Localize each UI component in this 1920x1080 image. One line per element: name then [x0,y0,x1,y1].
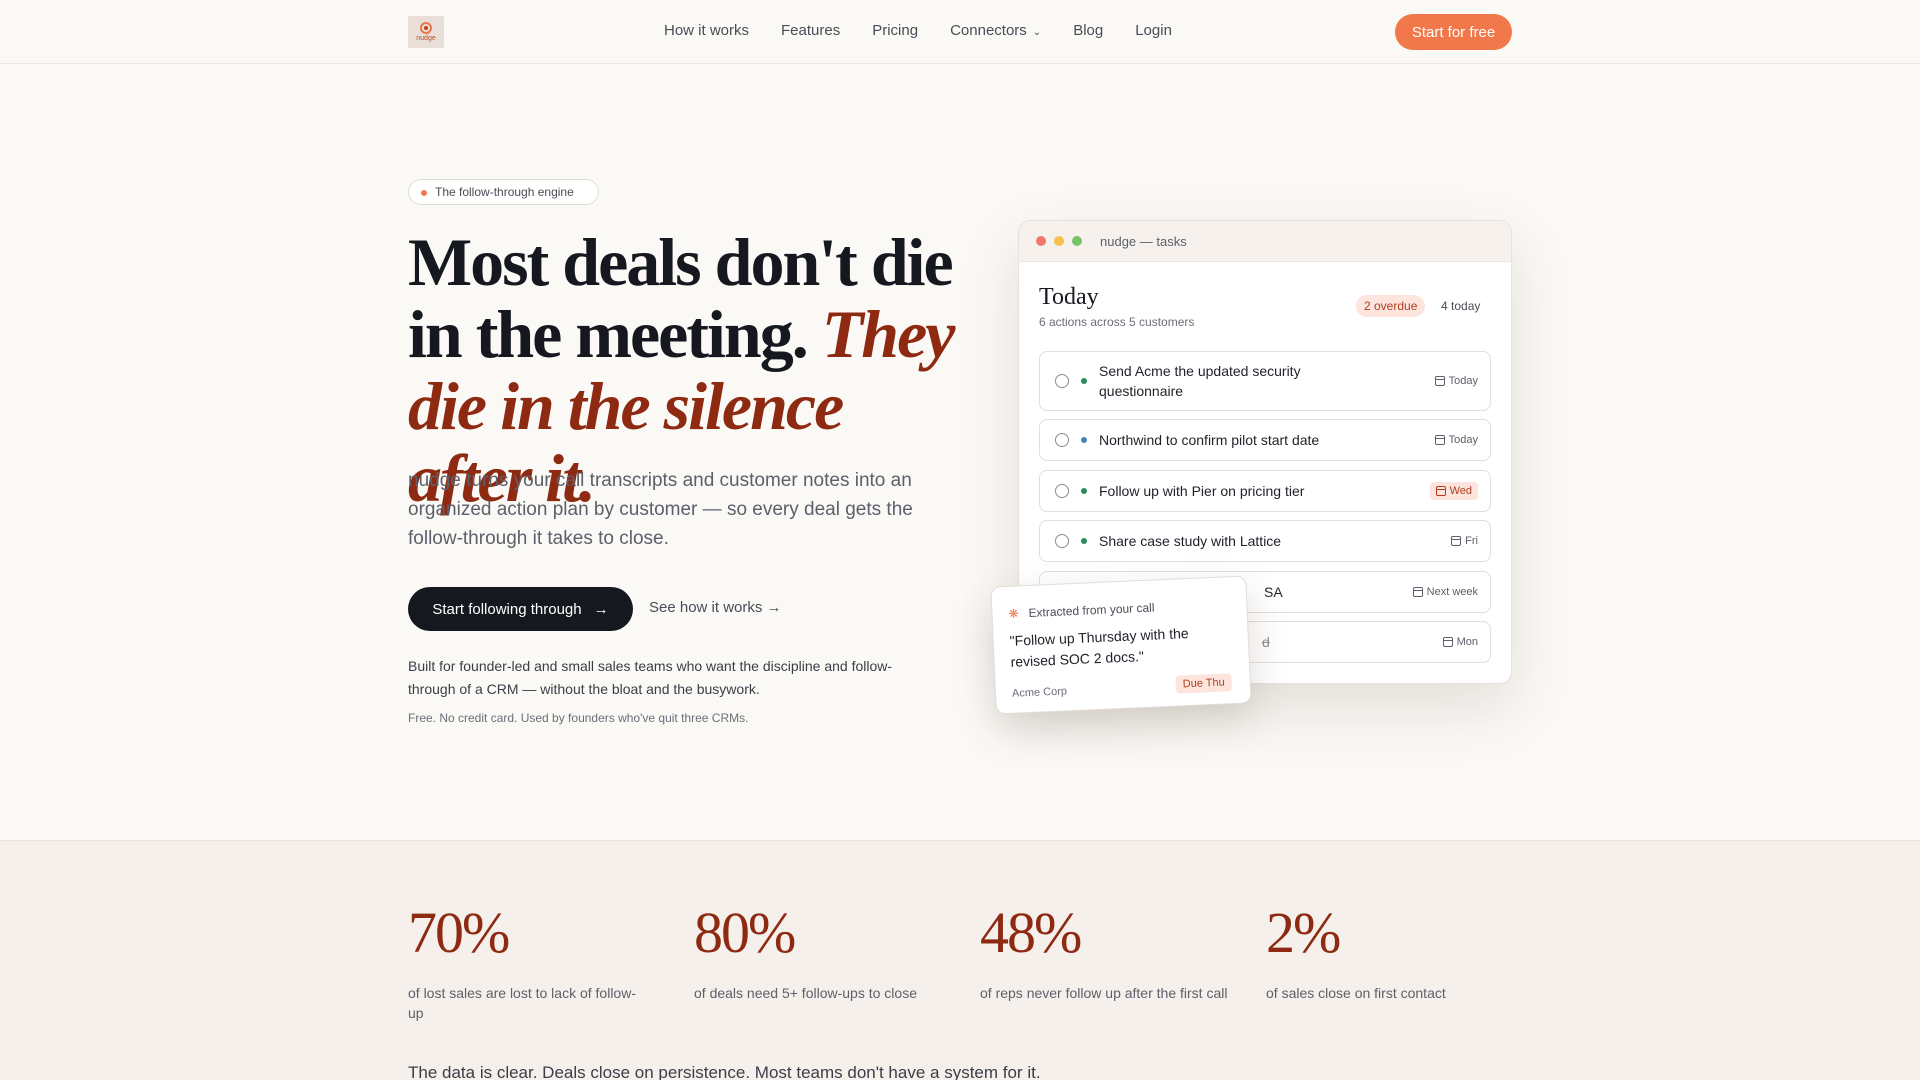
task-item[interactable]: Northwind to confirm pilot start date To… [1039,419,1491,461]
calendar-icon [1435,486,1446,496]
stat-label: of deals need 5+ follow-ups to close [694,985,917,1001]
extracted-quote: "Follow up Thursday with the revised SOC… [1009,625,1189,670]
nav-link-login[interactable]: Login [1135,22,1172,39]
top-nav: nudge How it works Features Pricing Conn… [0,0,1920,64]
logo-mark-icon [420,22,432,34]
hero-subtitle: nudge turns your call transcripts and cu… [408,470,913,549]
stat-label: of sales close on first contact [1266,985,1446,1001]
stat-item: 48% of reps never follow up after the fi… [980,903,1240,1003]
start-following-through-button[interactable]: Start following through → [408,587,633,631]
extracted-company: Acme Corp [1011,685,1068,700]
stats-section: 70% of lost sales are lost to lack of fo… [0,840,1920,1080]
stats-conclusion: The data is clear. Deals close on persis… [408,1063,1041,1080]
extracted-due-badge: Due Thu [1175,673,1233,694]
due-label: Today [1448,434,1478,446]
status-dot-icon [1081,538,1087,544]
task-due: Today [1434,434,1478,446]
logo-text: nudge [416,35,436,42]
task-due: Today [1434,375,1478,387]
stat-item: 70% of lost sales are lost to lack of fo… [408,903,638,1023]
nav-link-pricing[interactable]: Pricing [872,22,918,39]
stat-value: 80% [694,900,796,965]
nav-link-features[interactable]: Features [781,22,840,39]
nav-link-connectors[interactable]: Connectors ⌄ [950,22,1041,39]
start-for-free-button[interactable]: Start for free [1395,14,1512,50]
status-dot-icon [1081,488,1087,494]
arrow-right-icon: → [593,600,609,618]
task-item[interactable]: Follow up with Pier on pricing tier Wed [1039,470,1491,512]
stat-item: 80% of deals need 5+ follow-ups to close [694,903,924,1003]
maximize-dot-icon [1072,236,1082,246]
task-text: Northwind to confirm pilot start date [1099,432,1320,448]
task-due-overdue: Wed [1429,482,1478,500]
extracted-card-title: Extracted from your call [1028,600,1155,620]
nav-links: How it works Features Pricing Connectors… [664,22,1172,39]
pill-dot-icon [421,190,427,196]
stat-item: 2% of sales close on first contact [1266,903,1496,1003]
task-checkbox[interactable] [1055,433,1069,447]
task-text: Share case study with Lattice [1099,533,1282,549]
built-for-text: Built for founder-led and small sales te… [408,658,893,697]
task-due: Mon [1442,636,1478,648]
tasks-heading: Today [1039,284,1099,310]
task-checkbox[interactable] [1055,534,1069,548]
task-text: Follow up with Pier on pricing tier [1099,483,1305,499]
task-checkbox[interactable] [1055,374,1069,388]
see-how-it-works-link[interactable]: See how it works → [649,599,782,616]
stat-value: 48% [980,900,1082,965]
sparkle-icon: ❋ [1008,606,1019,621]
minimize-dot-icon [1054,236,1064,246]
hero-pill-badge: The follow-through engine [408,179,599,205]
due-label: Mon [1456,636,1478,648]
due-label: Fri [1465,535,1478,547]
pill-label: The follow-through engine [435,185,574,199]
task-text: Send Acme the updated security questionn… [1099,363,1301,399]
stat-label: of lost sales are lost to lack of follow… [408,985,636,1021]
task-text: d [1262,634,1270,650]
task-text: SA [1264,584,1283,600]
nav-link-blog[interactable]: Blog [1073,22,1103,39]
stat-value: 2% [1266,900,1341,965]
overdue-badge: 2 overdue [1356,295,1426,317]
calendar-icon [1434,435,1445,445]
task-item[interactable]: Send Acme the updated security questionn… [1039,351,1491,411]
close-dot-icon [1036,236,1046,246]
task-due: Next week [1412,586,1478,598]
nav-link-how-it-works[interactable]: How it works [664,22,749,39]
chevron-down-icon: ⌄ [1032,27,1042,38]
stat-label: of reps never follow up after the first … [980,985,1228,1001]
window-title: nudge — tasks [1100,233,1187,249]
task-item[interactable]: Share case study with Lattice Fri [1039,520,1491,562]
calendar-icon [1442,637,1453,647]
status-dot-icon [1081,378,1087,384]
calendar-icon [1434,376,1445,386]
tasks-subheading: 6 actions across 5 customers [1039,315,1195,329]
nav-link-connectors-label: Connectors [950,22,1027,39]
status-dot-icon [1081,437,1087,443]
nudge-logo[interactable]: nudge [408,16,444,48]
task-due: Fri [1451,535,1478,547]
today-count-badge: 4 today [1441,299,1481,313]
calendar-icon [1451,536,1462,546]
window-titlebar: nudge — tasks [1019,221,1511,262]
due-label: Today [1448,375,1478,387]
extracted-call-card: ❋ Extracted from your call "Follow up Th… [990,575,1252,715]
due-label: Wed [1449,485,1472,497]
task-checkbox[interactable] [1055,484,1069,498]
calendar-icon [1412,587,1423,597]
fine-print: Free. No credit card. Used by founders w… [408,711,749,725]
due-label: Next week [1426,586,1478,598]
stat-value: 70% [408,900,510,965]
primary-cta-label: Start following through [432,600,582,618]
